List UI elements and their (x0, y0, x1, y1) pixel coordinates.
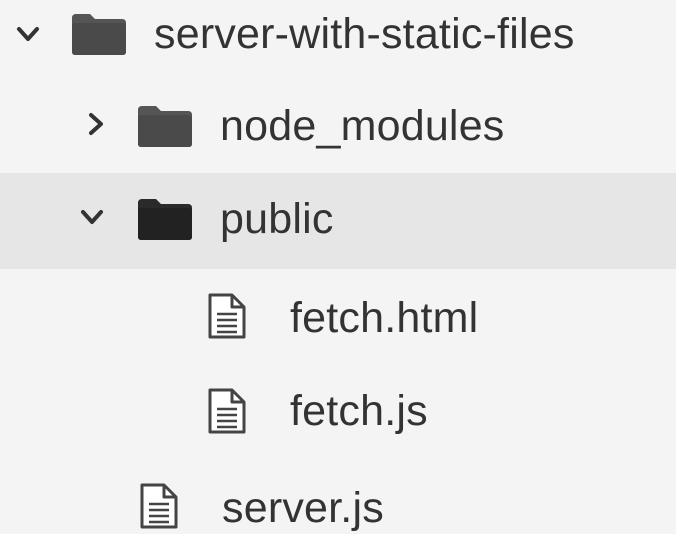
tree-row-fetch-js[interactable]: fetch.js (0, 363, 676, 459)
folder-icon (70, 12, 128, 56)
file-tree: server-with-static-files node_modules pu… (0, 0, 676, 534)
folder-icon (136, 104, 194, 148)
file-icon (138, 482, 180, 530)
chevron-down-icon[interactable] (78, 203, 106, 231)
file-label: fetch.html (290, 294, 479, 342)
chevron-right-icon[interactable] (82, 110, 110, 138)
tree-row-public[interactable]: public (0, 173, 676, 269)
tree-row-server-js[interactable]: server.js (0, 456, 676, 534)
file-icon (206, 387, 248, 435)
file-icon (206, 292, 248, 340)
folder-label: server-with-static-files (154, 10, 575, 58)
tree-row-node-modules[interactable]: node_modules (0, 78, 676, 174)
file-label: fetch.js (290, 387, 428, 435)
folder-label: node_modules (220, 102, 505, 150)
folder-label: public (220, 195, 334, 243)
tree-row-fetch-html[interactable]: fetch.html (0, 270, 676, 366)
tree-row-root-folder[interactable]: server-with-static-files (0, 0, 676, 82)
file-label: server.js (222, 484, 384, 532)
chevron-down-icon[interactable] (14, 20, 42, 48)
folder-icon (136, 197, 194, 241)
